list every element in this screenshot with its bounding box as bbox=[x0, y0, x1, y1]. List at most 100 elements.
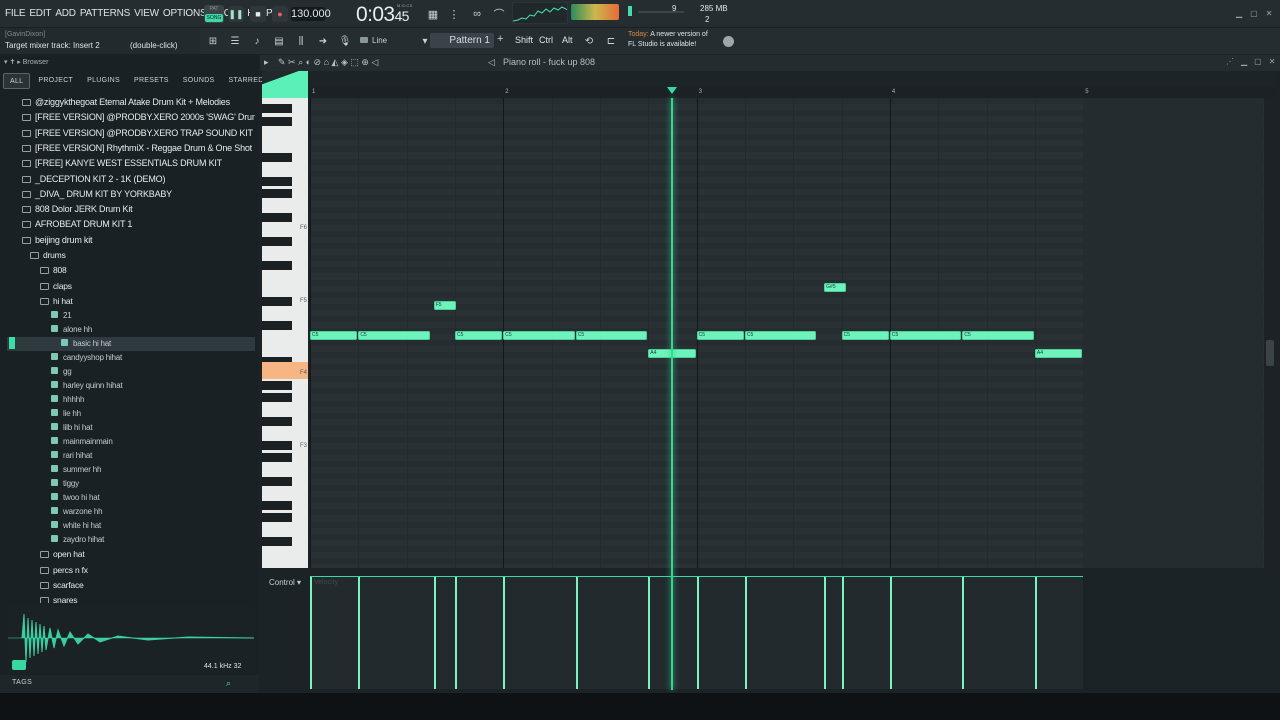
midi-note[interactable]: C5 bbox=[962, 331, 1034, 340]
black-key[interactable] bbox=[262, 104, 292, 113]
pat-song-toggle[interactable]: PAT SONG bbox=[204, 5, 224, 23]
master-pitch-slider[interactable] bbox=[638, 11, 684, 13]
browser-file[interactable]: harley quinn hihat bbox=[7, 379, 255, 393]
browser-folder[interactable]: snares bbox=[7, 593, 255, 603]
arrow-icon[interactable]: ➜ bbox=[316, 34, 330, 48]
browser-file[interactable]: zaydro hihat bbox=[7, 533, 255, 547]
timeline-ruler[interactable] bbox=[310, 87, 1276, 98]
velocity-bar[interactable] bbox=[358, 577, 361, 689]
browser-file[interactable]: rari hihat bbox=[7, 449, 255, 463]
black-key[interactable] bbox=[262, 441, 292, 450]
pianoroll-title[interactable]: Piano roll - fuck up 808 bbox=[503, 57, 595, 67]
record-button[interactable]: ● bbox=[272, 6, 288, 22]
browser-file[interactable]: basic hi hat bbox=[7, 337, 255, 352]
black-key[interactable] bbox=[262, 501, 292, 510]
pause-button[interactable]: ❚❚ bbox=[228, 6, 244, 22]
browser-file[interactable]: lilb hi hat bbox=[7, 421, 255, 435]
midi-note[interactable]: C5 bbox=[358, 331, 430, 340]
browser-folder[interactable]: claps bbox=[7, 279, 255, 293]
browser-folder[interactable]: hi hat bbox=[7, 294, 255, 308]
midi-note[interactable]: A4 bbox=[1034, 349, 1083, 359]
black-key[interactable] bbox=[262, 453, 292, 462]
browser-file[interactable]: lie hh bbox=[7, 407, 255, 421]
midi-note[interactable]: C5 bbox=[841, 331, 889, 340]
browser-toggle-icon[interactable]: ▤ bbox=[272, 34, 286, 48]
browser-file[interactable]: gg bbox=[7, 365, 255, 379]
black-key[interactable] bbox=[262, 417, 292, 426]
minimize-icon[interactable]: ▁ bbox=[1236, 9, 1242, 18]
browser-file[interactable]: warzone hh bbox=[7, 505, 255, 519]
browser-folder[interactable]: @ziggykthegoat Eternal Atake Drum Kit + … bbox=[7, 95, 255, 109]
browser-folder[interactable]: 808 Dolor JERK Drum Kit bbox=[7, 202, 255, 216]
midi-note[interactable]: C5 bbox=[889, 331, 962, 340]
vertical-scrollbar[interactable] bbox=[1264, 98, 1276, 568]
browser-folder[interactable]: [FREE] KANYE WEST ESSENTIALS DRUM KIT bbox=[7, 156, 255, 170]
close-icon[interactable]: ✕ bbox=[1266, 9, 1273, 18]
black-key[interactable] bbox=[262, 177, 292, 186]
online-icon[interactable]: ⟲ bbox=[582, 34, 596, 48]
pr-close-icon[interactable]: ✕ bbox=[1269, 57, 1276, 66]
black-key[interactable] bbox=[262, 153, 292, 162]
menu-add[interactable]: ADD bbox=[55, 8, 76, 19]
velocity-bar[interactable] bbox=[433, 577, 436, 689]
news-panel[interactable]: Today: A newer version of FL Studio is a… bbox=[628, 30, 723, 50]
menu-options[interactable]: OPTIONS bbox=[163, 8, 207, 19]
midi-note[interactable]: C5 bbox=[503, 331, 575, 340]
playhead-marker[interactable] bbox=[667, 87, 678, 94]
add-pattern-button[interactable]: + bbox=[497, 33, 503, 45]
piano-keyboard[interactable] bbox=[262, 98, 308, 568]
master-volume-meter[interactable] bbox=[571, 4, 619, 20]
velocity-bar[interactable] bbox=[824, 577, 827, 689]
pr-minimize-icon[interactable]: ▁ bbox=[1241, 57, 1247, 66]
tags-label[interactable]: TAGS bbox=[12, 679, 32, 686]
velocity-bar[interactable] bbox=[1034, 577, 1037, 689]
velocity-bar[interactable] bbox=[575, 577, 578, 689]
news-globe-icon[interactable] bbox=[723, 36, 734, 47]
playlist-icon[interactable]: ⊞ bbox=[206, 34, 220, 48]
pattern-overview[interactable] bbox=[310, 71, 1276, 87]
tempo-display[interactable]: 130.000 bbox=[291, 7, 331, 21]
browser-folder[interactable]: _DECEPTION KIT 2 - 1K (DEMO) bbox=[7, 172, 255, 186]
alt-button[interactable]: Alt bbox=[562, 35, 573, 45]
velocity-bar[interactable] bbox=[962, 577, 965, 689]
pianoroll-tools-icons[interactable]: ✎ ✂ ⌕ ◐ ⊘ ⌂ ◭ ◈ ⬚ ⊕ ◁ bbox=[278, 57, 378, 68]
channel-rack-icon[interactable]: ☰ bbox=[228, 34, 242, 48]
black-key[interactable] bbox=[262, 537, 292, 546]
midi-note[interactable]: C5 bbox=[454, 331, 503, 340]
browser-file[interactable]: summer hh bbox=[7, 463, 255, 477]
browser-file[interactable]: twoo hi hat bbox=[7, 491, 255, 505]
black-key[interactable] bbox=[262, 213, 292, 222]
snap-select[interactable]: Line bbox=[358, 34, 412, 47]
black-key[interactable] bbox=[262, 381, 292, 390]
stop-button[interactable]: ■ bbox=[250, 6, 266, 22]
vertical-scroll-thumb[interactable] bbox=[1266, 340, 1274, 366]
browser-file[interactable]: mainmainmain bbox=[7, 435, 255, 449]
piano-roll-icon[interactable]: ♪ bbox=[250, 34, 264, 48]
midi-note[interactable]: C5 bbox=[310, 331, 358, 340]
step-edit-icon[interactable]: ⋮ bbox=[447, 7, 461, 21]
midi-note[interactable]: G#5 bbox=[824, 282, 847, 292]
velocity-bar[interactable] bbox=[744, 577, 747, 689]
browser-file[interactable]: white hi hat bbox=[7, 519, 255, 533]
typing-keyboard-icon[interactable]: ▦ bbox=[426, 7, 440, 21]
black-key[interactable] bbox=[262, 477, 292, 486]
black-key[interactable] bbox=[262, 261, 292, 270]
speaker-icon[interactable]: ◁ bbox=[488, 57, 495, 68]
browser-folder[interactable]: [FREE VERSION] @PRODBY.XERO TRAP SOUND K… bbox=[7, 126, 255, 140]
loop-record-icon[interactable]: ∞ bbox=[470, 7, 484, 21]
master-pitch-indicator[interactable] bbox=[628, 6, 632, 16]
pianoroll-arrow-icon[interactable]: ▸ bbox=[264, 57, 269, 68]
browser-folder[interactable]: 808 bbox=[7, 263, 255, 277]
browser-folder[interactable]: scarface bbox=[7, 578, 255, 592]
black-key[interactable] bbox=[262, 189, 292, 198]
browser-file[interactable]: tiggy bbox=[7, 477, 255, 491]
browser-folder[interactable]: AFROBEAT DRUM KIT 1 bbox=[7, 217, 255, 231]
browser-file[interactable]: hhhhh bbox=[7, 393, 255, 407]
browser-file[interactable]: alone hh bbox=[7, 323, 255, 337]
browser-tab-plugins[interactable]: PLUGINS bbox=[81, 73, 126, 89]
time-display[interactable]: M:S:CS 0:0345 bbox=[356, 3, 412, 27]
browser-file[interactable]: candyyshop hihat bbox=[7, 351, 255, 365]
black-key[interactable] bbox=[262, 117, 292, 126]
preview-play-button[interactable] bbox=[12, 660, 26, 670]
control-selector[interactable]: Control ▾ bbox=[269, 578, 301, 587]
